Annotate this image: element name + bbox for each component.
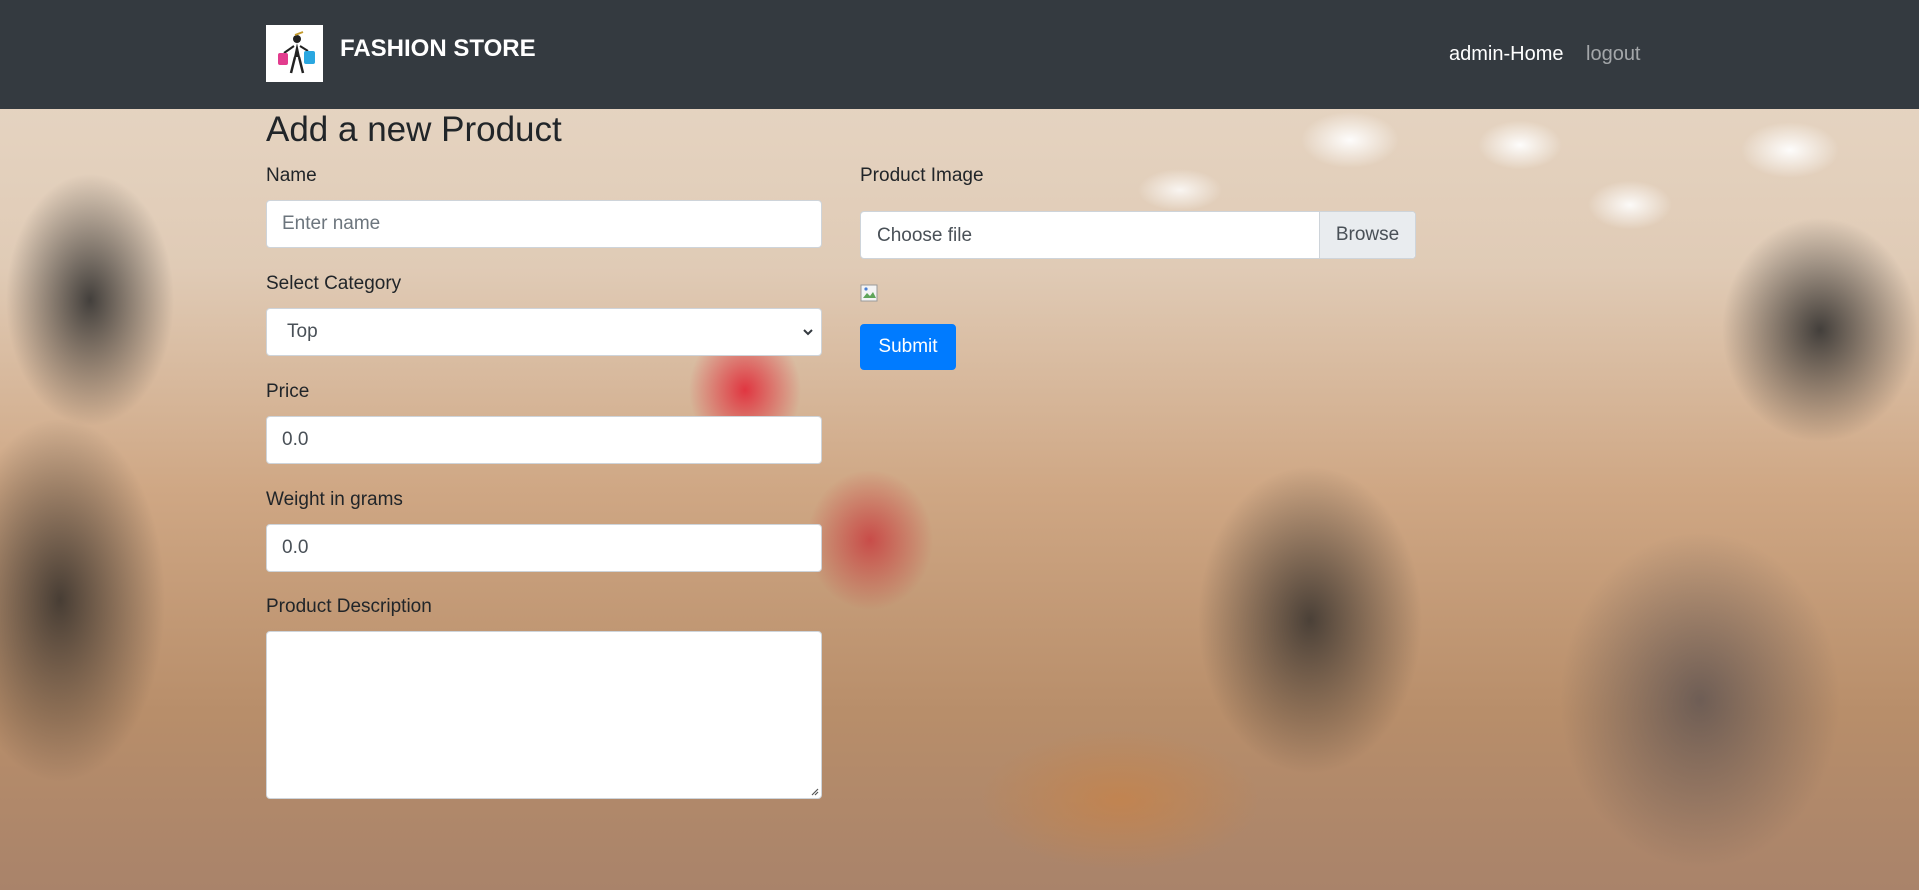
shopping-woman-icon (277, 30, 315, 73)
submit-button[interactable]: Submit (860, 324, 956, 370)
file-input-placeholder: Choose file (877, 225, 973, 246)
product-image-file-input[interactable]: Choose file Browse (860, 211, 1416, 259)
nav-logout-link[interactable]: logout (1586, 43, 1641, 66)
category-label: Select Category (266, 273, 402, 294)
resize-handle-icon[interactable] (809, 786, 819, 796)
category-select[interactable]: Top (266, 308, 822, 356)
description-textarea[interactable] (266, 631, 822, 799)
brand-name[interactable]: FASHION STORE (340, 35, 536, 63)
nav-admin-home-link[interactable]: admin-Home (1449, 43, 1563, 66)
brand-logo[interactable] (266, 25, 323, 82)
navbar: FASHION STORE admin-Home logout (0, 0, 1919, 109)
weight-label: Weight in grams (266, 489, 403, 510)
chevron-down-icon (803, 329, 813, 336)
broken-image-icon (860, 284, 878, 302)
name-input[interactable]: Enter name (266, 200, 822, 248)
price-label: Price (266, 381, 310, 402)
weight-input[interactable]: 0.0 (266, 524, 822, 572)
product-image-label: Product Image (860, 165, 984, 186)
browse-button[interactable]: Browse (1319, 212, 1415, 258)
price-input[interactable]: 0.0 (266, 416, 822, 464)
name-label: Name (266, 165, 317, 186)
description-label: Product Description (266, 596, 432, 617)
page-title: Add a new Product (266, 110, 562, 149)
category-selected-value: Top (287, 321, 318, 342)
